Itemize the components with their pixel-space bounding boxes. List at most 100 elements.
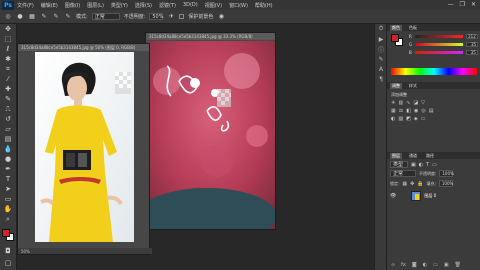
red-value[interactable]: 212 <box>465 33 478 39</box>
protect-foreground-checkbox[interactable] <box>179 14 185 19</box>
sampling-swatch-icon[interactable]: ✎ <box>64 13 72 21</box>
eraser-tool-icon[interactable]: ▱ <box>0 124 16 134</box>
document-tab-front[interactable]: 315c8d34a88ce5e5b3143845.jpg @ 50% (图层 0… <box>18 44 149 51</box>
blend-mode-select[interactable]: 正常 <box>390 170 416 177</box>
brush-size-icon[interactable]: ● <box>16 13 24 21</box>
layer-kind-select[interactable]: 类型 <box>390 161 408 168</box>
filter-adjust-icon[interactable]: ◐ <box>419 162 423 168</box>
stamp-tool-icon[interactable]: ⎍ <box>0 104 16 114</box>
lasso-tool-icon[interactable]: ℓ <box>0 44 16 54</box>
layer-opacity-input[interactable]: 100% <box>439 170 454 177</box>
color-spectrum-bar[interactable] <box>391 68 477 75</box>
screen-mode-icon[interactable]: ▢ <box>0 258 16 268</box>
tab-swatches[interactable]: 色板 <box>407 25 419 31</box>
tab-layers[interactable]: 图层 <box>390 152 402 159</box>
healing-tool-icon[interactable]: ✚ <box>0 84 16 94</box>
history-brush-tool-icon[interactable]: ↺ <box>0 114 16 124</box>
posterize-icon[interactable]: ▨ <box>398 116 403 122</box>
layer-style-icon[interactable]: fx <box>401 262 406 268</box>
filter-shape-icon[interactable]: ▭ <box>432 162 437 168</box>
restore-button[interactable]: ❐ <box>460 1 465 8</box>
zoom-level[interactable]: 50% <box>21 249 30 254</box>
path-select-tool-icon[interactable]: ➤ <box>0 184 16 194</box>
lock-position-icon[interactable]: ✥ <box>410 181 414 187</box>
blue-value[interactable]: 35 <box>465 49 478 55</box>
new-layer-icon[interactable]: ▣ <box>444 262 449 268</box>
quick-mask-icon[interactable]: ◘ <box>0 246 16 256</box>
menu-filter[interactable]: 滤镜(T) <box>159 2 176 9</box>
brush-panel-icon[interactable]: ▦ <box>28 13 36 21</box>
threshold-icon[interactable]: ◩ <box>406 116 411 122</box>
menu-3d[interactable]: 3D(D) <box>183 2 198 8</box>
foreground-color-swatch[interactable] <box>2 229 10 237</box>
tab-color[interactable]: 颜色 <box>390 24 402 31</box>
color-panel-swatches[interactable] <box>391 34 403 46</box>
mode-select[interactable]: 正常 <box>91 13 120 20</box>
green-slider[interactable] <box>415 42 464 46</box>
airbrush-icon[interactable]: ✈ <box>167 13 175 21</box>
levels-icon[interactable]: ▥ <box>398 100 403 106</box>
minimize-button[interactable]: — <box>448 1 454 8</box>
tab-paths[interactable]: 路径 <box>424 153 436 159</box>
menu-type[interactable]: 类型(Y) <box>111 2 128 9</box>
vibrance-icon[interactable]: ▽ <box>421 100 425 106</box>
type-tool-icon[interactable]: T <box>0 174 16 184</box>
filter-pixel-icon[interactable]: ▣ <box>411 162 416 168</box>
lock-pixels-icon[interactable]: ▦ <box>402 181 407 187</box>
blue-slider[interactable] <box>414 50 463 54</box>
blur-tool-icon[interactable]: 💧 <box>0 144 16 154</box>
sampling-continuous-icon[interactable]: ✎ <box>40 13 48 21</box>
document-window-back[interactable]: 315c8d34a88ce5e5b3143845.jpg @ 33.3% (RG… <box>145 32 276 230</box>
invert-icon[interactable]: ◐ <box>391 116 395 122</box>
color-balance-icon[interactable]: ⚖ <box>399 108 403 114</box>
color-lookup-icon[interactable]: ▤ <box>429 108 434 114</box>
zoom-tool-icon[interactable]: ⌕ <box>0 214 16 224</box>
tab-adjustments[interactable]: 调整 <box>390 82 402 89</box>
menu-help[interactable]: 帮助(H) <box>255 2 273 9</box>
layer-visibility-eye-icon[interactable]: 👁 <box>390 193 396 199</box>
channel-mixer-icon[interactable]: ◎ <box>421 108 425 114</box>
dodge-tool-icon[interactable]: ● <box>0 154 16 164</box>
red-slider[interactable] <box>414 34 463 38</box>
crop-tool-icon[interactable]: ⌗ <box>0 64 16 74</box>
new-adjustment-icon[interactable]: ◐ <box>423 262 427 268</box>
tab-channels[interactable]: 通道 <box>407 153 419 159</box>
gradient-map-icon[interactable]: ▭ <box>421 116 426 122</box>
menu-image[interactable]: 图像(I) <box>65 2 80 9</box>
opacity-input[interactable]: 50% <box>149 13 164 20</box>
menu-select[interactable]: 选择(S) <box>135 2 152 9</box>
move-tool-icon[interactable]: ✥ <box>0 24 16 34</box>
green-value[interactable]: 35 <box>466 41 479 47</box>
canvas-back[interactable] <box>147 41 275 229</box>
canvas-front[interactable] <box>35 52 134 242</box>
shape-tool-icon[interactable]: ▭ <box>0 194 16 204</box>
selective-color-icon[interactable]: ◈ <box>414 116 418 122</box>
exposure-icon[interactable]: ◪ <box>413 100 418 106</box>
link-layers-icon[interactable]: ∞ <box>391 262 395 268</box>
black-white-icon[interactable]: ◧ <box>406 108 411 114</box>
close-button[interactable]: ✕ <box>471 1 476 8</box>
menu-view[interactable]: 视图(V) <box>205 2 222 9</box>
sampling-once-icon[interactable]: ✎ <box>52 13 60 21</box>
brightness-icon[interactable]: ☀ <box>391 100 395 106</box>
document-window-front[interactable]: 315c8d34a88ce5e5b3143845.jpg @ 50% (图层 0… <box>17 43 152 255</box>
panel-foreground-swatch[interactable] <box>391 34 399 42</box>
hue-saturation-icon[interactable]: ▦ <box>391 108 396 114</box>
marquee-tool-icon[interactable]: ⬚ <box>0 34 16 44</box>
curves-icon[interactable]: ∿ <box>406 100 410 106</box>
menu-window[interactable]: 窗口(W) <box>229 2 248 9</box>
add-mask-icon[interactable]: ◙ <box>412 262 417 268</box>
hand-tool-icon[interactable]: ✋ <box>0 204 16 214</box>
tab-styles[interactable]: 样式 <box>407 83 419 89</box>
layer-row[interactable]: 👁 图层 0 <box>387 190 480 202</box>
new-group-icon[interactable]: ▭ <box>433 262 438 268</box>
lock-all-icon[interactable]: 🔒 <box>417 181 423 187</box>
pressure-icon[interactable]: ◉ <box>217 13 225 21</box>
menu-layer[interactable]: 图层(L) <box>87 2 104 9</box>
color-swatches[interactable] <box>2 229 14 241</box>
fill-input[interactable]: 100% <box>438 180 453 187</box>
gradient-tool-icon[interactable]: ▤ <box>0 134 16 144</box>
photo-filter-icon[interactable]: ◉ <box>414 108 418 114</box>
pen-tool-icon[interactable]: ✒ <box>0 164 16 174</box>
tool-preset-icon[interactable]: ◎ <box>4 13 12 21</box>
